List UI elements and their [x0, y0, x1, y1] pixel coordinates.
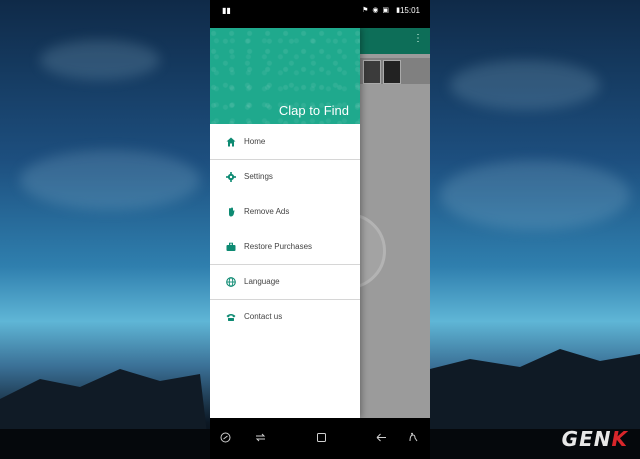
gesture-icon[interactable] [408, 432, 419, 446]
genk-watermark-logo: GENK [561, 427, 628, 451]
drawer-header: Clap to Find [210, 28, 360, 124]
signal-icon: ▮▮ [222, 6, 231, 15]
drawer-title: Clap to Find [278, 103, 349, 118]
notification-icons: ⚑ ◉ ▣ [362, 7, 390, 14]
briefcase-icon [226, 242, 236, 252]
menu-item-home[interactable]: Home [210, 124, 360, 159]
menu-item-settings[interactable]: Settings [210, 159, 360, 194]
menu-item-restore-purchases[interactable]: Restore Purchases [210, 229, 360, 264]
navigation-drawer: Clap to Find Home Settings Remove Ads Re… [210, 28, 360, 418]
phone-icon [226, 312, 236, 322]
status-time: 15:01 [399, 6, 420, 15]
menu-label-contact-us: Contact us [244, 312, 283, 321]
menu-label-settings: Settings [244, 172, 273, 181]
back-icon[interactable] [376, 432, 387, 446]
overflow-menu-icon[interactable]: ⋮ [413, 34, 423, 44]
menu-item-remove-ads[interactable]: Remove Ads [210, 194, 360, 229]
hand-icon [226, 207, 236, 217]
status-bar: ▮▮ ⚑ ◉ ▣ ▮ 15:01 [210, 0, 430, 21]
menu-item-contact-us[interactable]: Contact us [210, 299, 360, 334]
menu-label-language: Language [244, 277, 280, 286]
globe-icon [226, 276, 236, 287]
menu-label-home: Home [244, 137, 266, 146]
assistant-icon[interactable] [220, 432, 231, 446]
recent-apps-icon[interactable] [255, 432, 266, 446]
phone-frame: ▮▮ ⚑ ◉ ▣ ▮ 15:01 ⋮ Clap to Find Home Set… [210, 0, 430, 459]
menu-label-remove-ads: Remove Ads [244, 207, 290, 216]
app-toolbar: ⋮ [360, 28, 430, 54]
menu-item-language[interactable]: Language [210, 264, 360, 299]
system-nav-bar [210, 418, 430, 459]
gear-icon [226, 171, 236, 182]
app-screen: ⋮ Clap to Find Home Settings Remove Ads … [210, 28, 430, 418]
home-icon [226, 137, 236, 147]
home-button-icon[interactable] [316, 432, 327, 446]
menu-label-restore-purchases: Restore Purchases [244, 242, 313, 251]
app-thumbnails [360, 58, 430, 84]
